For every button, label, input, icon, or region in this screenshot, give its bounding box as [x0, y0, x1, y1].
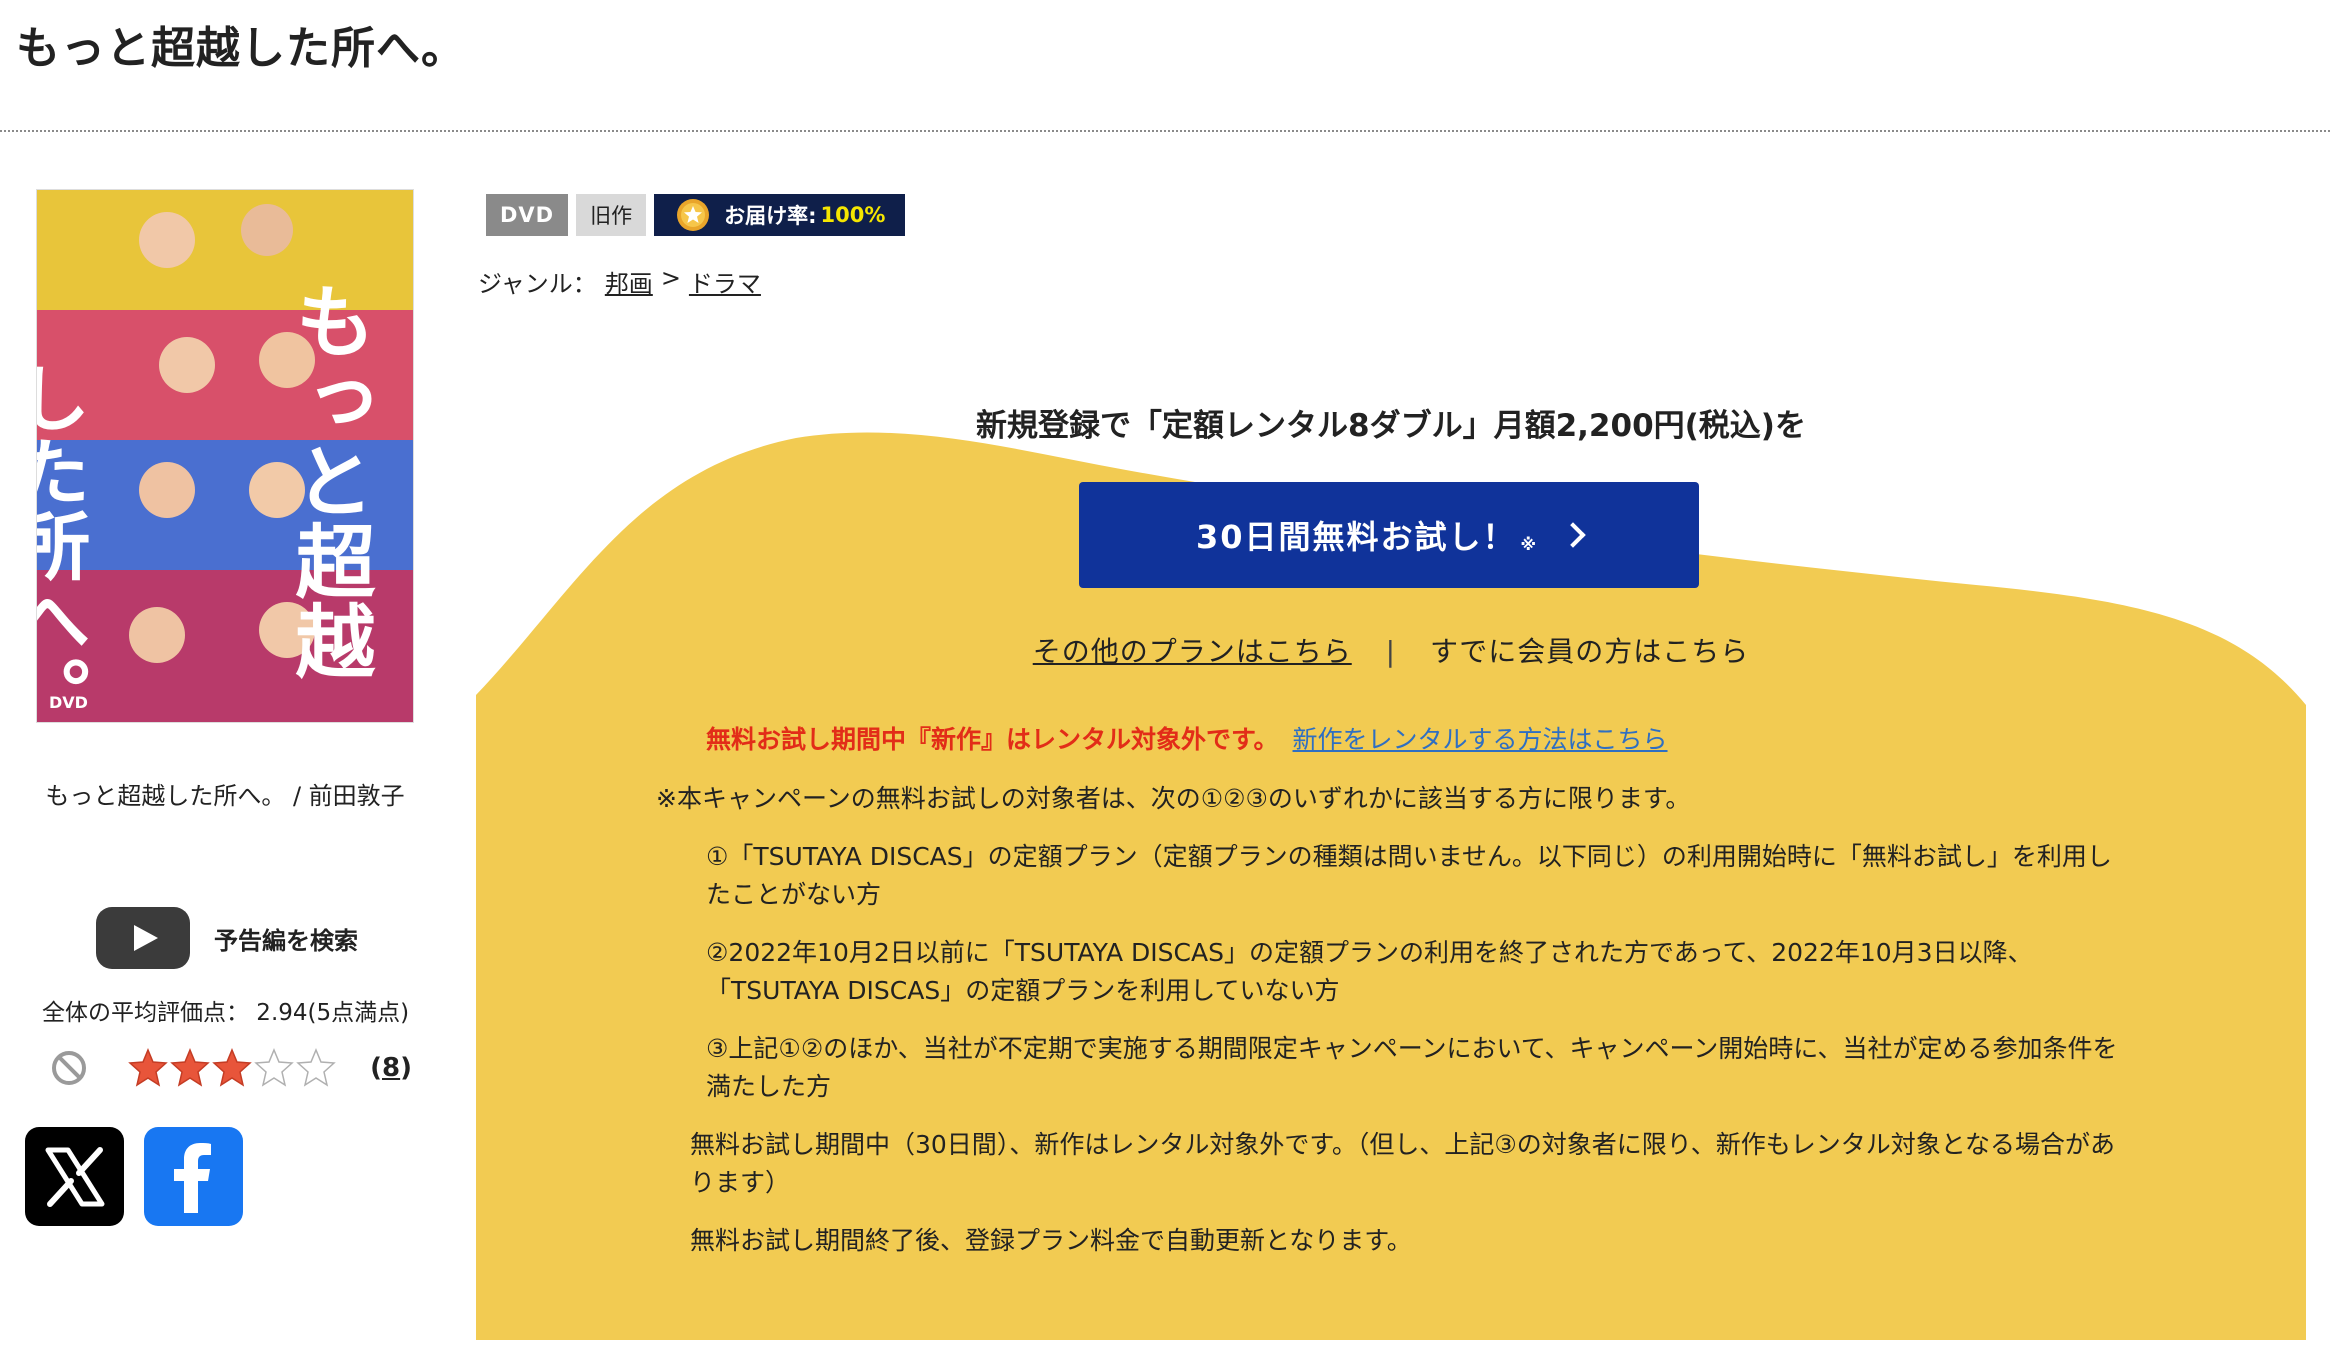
- rating-row: (8): [52, 1044, 412, 1092]
- genre-separator: >: [660, 264, 681, 292]
- free-trial-button[interactable]: 30日間無料お試し！ ※: [1079, 482, 1699, 588]
- x-share-button[interactable]: [25, 1127, 124, 1226]
- dvd-jacket-image[interactable]: もっと超越 した所へ。 DVD: [36, 189, 414, 723]
- new-release-rental-link[interactable]: 新作をレンタルする方法はこちら: [1293, 720, 1668, 756]
- member-login-link[interactable]: すでに会員の方はこちら: [1430, 635, 1749, 668]
- star-empty-icon: [254, 1048, 294, 1087]
- chevron-right-icon: [1560, 522, 1586, 548]
- star-filled-icon: [170, 1048, 210, 1087]
- promo-lead-text: 新規登録で「定額レンタル8ダブル」月額2,200円(税込)を: [976, 408, 1806, 444]
- genre-link-hougaku[interactable]: 邦画: [605, 264, 653, 299]
- ban-icon[interactable]: [52, 1051, 86, 1085]
- format-badge: DVD: [486, 194, 569, 236]
- delivery-rate-badge: お届け率: 100%: [654, 194, 906, 236]
- trailer-search-label: 予告編を検索: [214, 926, 358, 955]
- free-trial-note-mark: ※: [1520, 534, 1539, 554]
- trailer-search-button[interactable]: 予告編を検索: [96, 906, 358, 970]
- star-filled-icon: [128, 1048, 168, 1087]
- jacket-dvd-mark: DVD: [49, 693, 88, 712]
- delivery-rate-label: お届け率:: [724, 204, 817, 228]
- genre-breadcrumb: ジャンル： 邦画 > ドラマ: [478, 264, 761, 299]
- campaign-condition-1: ①「TSUTAYA DISCAS」の定額プラン（定額プランの種類は問いません。以…: [706, 842, 2112, 909]
- youtube-play-icon[interactable]: [96, 907, 190, 969]
- star-filled-icon: [212, 1048, 252, 1087]
- star-medal-icon: [677, 199, 710, 231]
- campaign-note-2: 無料お試し期間終了後、登録プラン料金で自動更新となります。: [690, 1226, 1412, 1255]
- svg-text:もっと超越: もっと超越: [283, 280, 376, 680]
- genre-label: ジャンル：: [478, 270, 597, 298]
- star-empty-icon: [296, 1048, 336, 1087]
- review-count-link[interactable]: 8: [382, 1053, 400, 1083]
- share-buttons: [25, 1127, 243, 1226]
- campaign-condition-2: ②2022年10月2日以前に「TSUTAYA DISCAS」の定額プランの利用を…: [706, 938, 2033, 1005]
- genre-link-drama[interactable]: ドラマ: [689, 264, 761, 299]
- review-count[interactable]: (8): [370, 1053, 412, 1083]
- title-divider: [0, 130, 2330, 132]
- product-caption: もっと超越した所へ。 / 前田敦子: [45, 782, 405, 810]
- campaign-intro: ※本キャンペーンの無料お試しの対象者は、次の①②③のいずれかに該当する方に限りま…: [656, 784, 1691, 813]
- average-rating-text: 全体の平均評価点： 2.94(5点満点): [42, 1000, 410, 1026]
- jacket-artwork: もっと超越 した所へ。 DVD: [37, 190, 413, 723]
- plan-links-separator: |: [1385, 635, 1397, 668]
- plan-links: その他のプランはこちら | すでに会員の方はこちら: [476, 630, 2306, 670]
- other-plans-link[interactable]: その他のプランはこちら: [1033, 635, 1352, 668]
- facebook-logo-icon: [173, 1142, 211, 1213]
- rating-stars: [128, 1048, 336, 1088]
- facebook-share-button[interactable]: [144, 1127, 243, 1226]
- campaign-terms: ※本キャンペーンの無料お試しの対象者は、次の①②③のいずれかに該当する方に限りま…: [656, 780, 2126, 1260]
- release-type-badge: 旧作: [576, 194, 647, 236]
- new-release-warning: 無料お試し期間中『新作』はレンタル対象外です。: [706, 725, 1279, 754]
- product-badges: DVD 旧作 お届け率: 100%: [486, 194, 906, 236]
- x-logo-icon: [45, 1146, 104, 1207]
- svg-text:した所へ。: した所へ。: [37, 360, 90, 723]
- delivery-rate-value: 100%: [820, 203, 886, 227]
- campaign-note-1: 無料お試し期間中（30日間）、新作はレンタル対象外です。（但し、上記③の対象者に…: [690, 1130, 2115, 1197]
- campaign-condition-3: ③上記①②のほか、当社が不定期で実施する期間限定キャンペーンにおいて、キャンペー…: [706, 1034, 2118, 1101]
- page-title: もっと超越した所へ。: [16, 23, 466, 74]
- new-release-notice: 無料お試し期間中『新作』はレンタル対象外です。 新作をレンタルする方法はこちら: [706, 720, 1668, 756]
- free-trial-label: 30日間無料お試し！: [1195, 518, 1517, 556]
